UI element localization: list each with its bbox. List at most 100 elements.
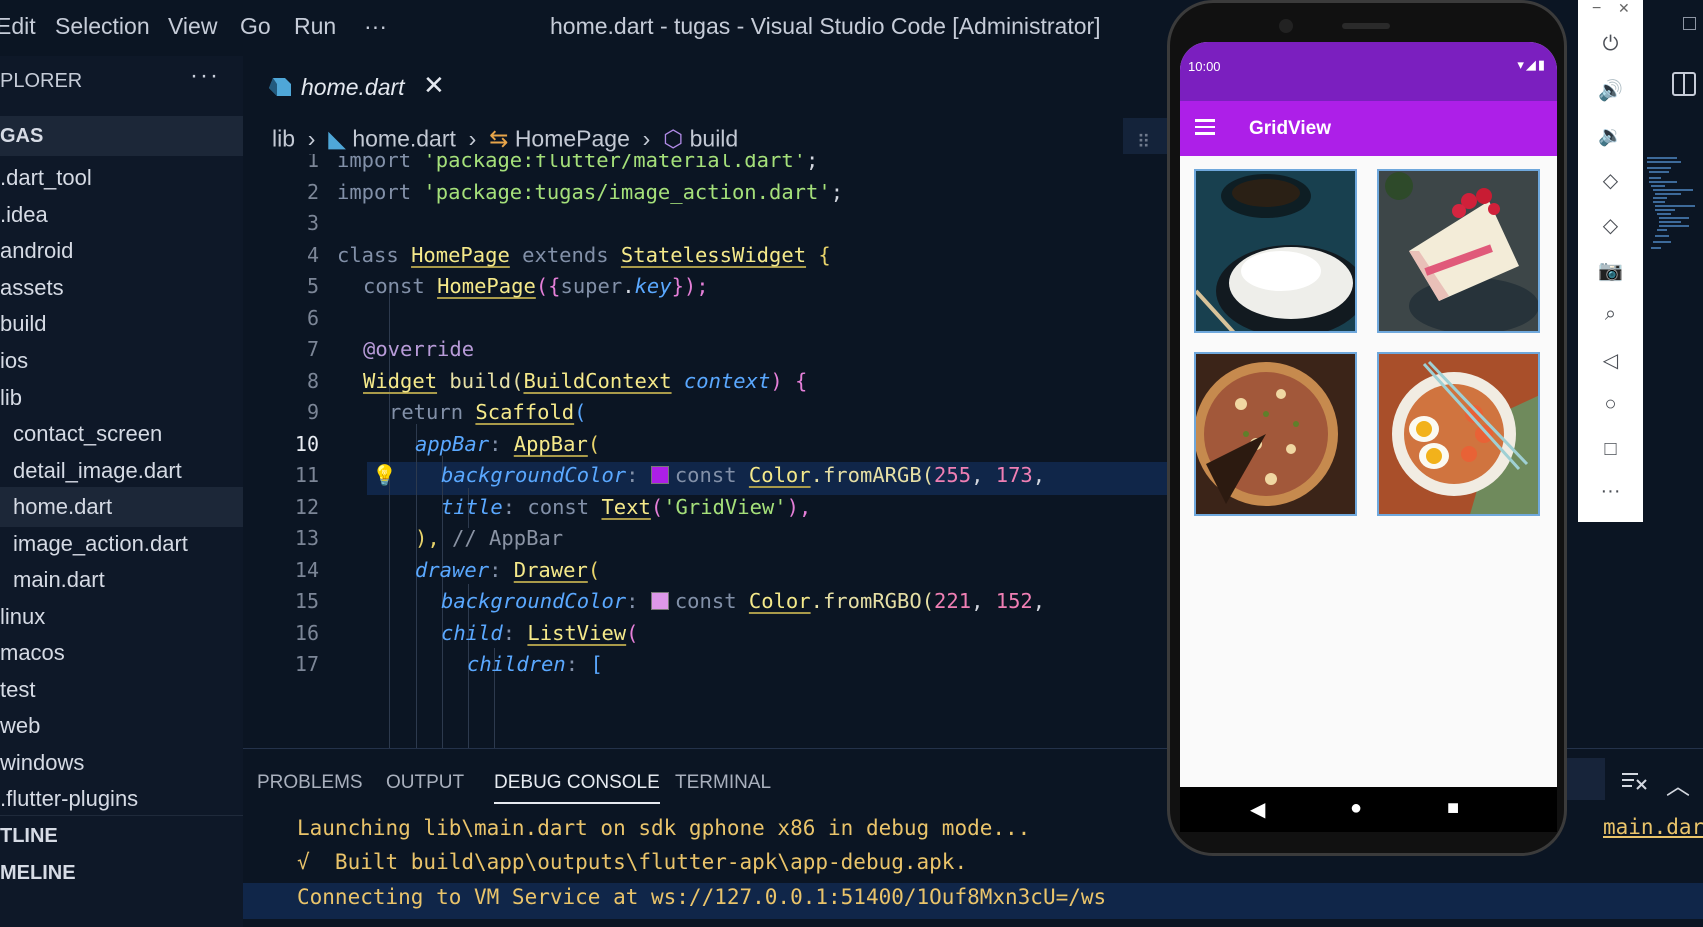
menu-view[interactable]: View bbox=[168, 13, 217, 40]
timeline-section[interactable]: MELINE bbox=[0, 862, 76, 885]
breadcrumb-method[interactable]: build bbox=[690, 125, 739, 151]
clear-console-icon[interactable] bbox=[1620, 770, 1648, 792]
tree-item[interactable]: web bbox=[0, 706, 243, 746]
code-line-17: children: [ bbox=[467, 652, 603, 676]
tree-item[interactable]: main.dart bbox=[0, 560, 243, 600]
vscode-window: { "window": { "title": "home.dart - tuga… bbox=[0, 0, 1703, 927]
tree-item[interactable]: build bbox=[0, 304, 243, 344]
tree-item[interactable]: .idea bbox=[0, 195, 243, 235]
drag-handle-icon: ⠿ bbox=[1137, 132, 1151, 152]
home-icon[interactable]: ○ bbox=[1578, 393, 1643, 416]
power-icon[interactable]: ⏻ bbox=[1578, 33, 1643, 56]
outline-section[interactable]: TLINE bbox=[0, 815, 243, 855]
chevron-up-icon[interactable]: ︿ bbox=[1666, 766, 1690, 801]
color-swatch[interactable] bbox=[650, 592, 669, 610]
code-line-11: backgroundColor: const Color.fromARGB(25… bbox=[441, 463, 1046, 487]
menu-icon[interactable] bbox=[1195, 119, 1215, 135]
code-line-8: Widget build(BuildContext context) { bbox=[363, 369, 808, 393]
grid-image-ramen[interactable] bbox=[1377, 352, 1540, 516]
line-number: 7 bbox=[306, 337, 319, 361]
menu-run[interactable]: Run bbox=[294, 13, 336, 40]
tree-item[interactable]: android bbox=[0, 231, 243, 271]
color-swatch[interactable] bbox=[650, 466, 669, 484]
tab-debug-console[interactable]: DEBUG CONSOLE bbox=[494, 772, 660, 804]
tree-item[interactable]: detail_image.dart bbox=[0, 451, 243, 491]
front-camera bbox=[1279, 19, 1293, 33]
volume-down-icon[interactable]: 🔉 bbox=[1578, 123, 1643, 148]
explorer-more-button[interactable]: ··· bbox=[190, 62, 220, 90]
nav-back-icon[interactable]: ◀ bbox=[1250, 797, 1265, 822]
nav-home-icon[interactable]: ● bbox=[1350, 797, 1362, 820]
breadcrumb-class[interactable]: HomePage bbox=[515, 125, 630, 151]
code-line-2: import 'package:tugas/image_action.dart'… bbox=[337, 180, 844, 204]
close-icon[interactable]: ✕ bbox=[1618, 0, 1630, 17]
code-line-9: return Scaffold( bbox=[389, 400, 587, 424]
breadcrumb-file[interactable]: home.dart bbox=[352, 125, 456, 151]
console-file-link[interactable]: main.dar bbox=[1603, 815, 1703, 839]
line-number: 1 bbox=[306, 154, 319, 172]
code-editor[interactable]: 1 2 3 4 5 6 7 8 9 10 11 12 13 14 15 16 1… bbox=[243, 154, 1168, 748]
explorer-sidebar: PLORER ··· GAS .dart_tool .idea android … bbox=[0, 56, 243, 927]
editor-tab-bar: home.dart ✕ bbox=[243, 56, 1168, 120]
console-filter-input[interactable] bbox=[1565, 758, 1605, 800]
tree-item[interactable]: macos bbox=[0, 633, 243, 673]
restore-icon[interactable] bbox=[1683, 17, 1696, 30]
minimize-icon[interactable]: − bbox=[1592, 0, 1601, 18]
tree-item[interactable]: .dart_tool bbox=[0, 158, 243, 198]
tree-item[interactable]: contact_screen bbox=[0, 414, 243, 454]
code-line-13: ), // AppBar bbox=[415, 526, 564, 550]
console-line: √ Built build\app\outputs\flutter-apk\ap… bbox=[297, 850, 968, 874]
breadcrumb-lib[interactable]: lib bbox=[272, 125, 295, 151]
console-line: Connecting to VM Service at ws://127.0.0… bbox=[297, 885, 1107, 909]
line-number: 4 bbox=[306, 243, 319, 267]
menu-edit[interactable]: Edit bbox=[0, 13, 36, 40]
rotate-left-icon[interactable]: ◇ bbox=[1578, 168, 1643, 193]
tree-item[interactable]: test bbox=[0, 670, 243, 710]
menu-more[interactable]: ··· bbox=[364, 13, 387, 40]
dart-file-icon: ◣ bbox=[328, 125, 346, 152]
grid-image-cake[interactable] bbox=[1377, 169, 1540, 333]
lightbulb-icon[interactable]: 💡 bbox=[372, 463, 397, 488]
back-icon[interactable]: ◁ bbox=[1578, 348, 1643, 373]
tab-problems[interactable]: PROBLEMS bbox=[257, 772, 363, 794]
workspace-folder[interactable]: GAS bbox=[0, 116, 243, 156]
tree-item[interactable]: image_action.dart bbox=[0, 524, 243, 564]
split-layout-icon[interactable] bbox=[1672, 72, 1696, 96]
line-number: 16 bbox=[294, 621, 319, 645]
overview-icon[interactable]: □ bbox=[1578, 438, 1643, 461]
code-line-10: appBar: AppBar( bbox=[415, 432, 601, 456]
grid-image-pizza[interactable] bbox=[1194, 352, 1357, 516]
zoom-icon[interactable]: ⌕ bbox=[1578, 303, 1643, 326]
tree-item[interactable]: linux bbox=[0, 597, 243, 637]
tree-item[interactable]: windows bbox=[0, 743, 243, 783]
more-icon[interactable]: ··· bbox=[1578, 480, 1643, 503]
nav-recents-icon[interactable]: ■ bbox=[1447, 797, 1459, 820]
code-line-4: class HomePage extends StatelessWidget { bbox=[337, 243, 831, 267]
app-bar-title: GridView bbox=[1249, 118, 1332, 139]
grid-image-rice[interactable] bbox=[1194, 169, 1357, 333]
tab-terminal[interactable]: TERMINAL bbox=[675, 772, 771, 794]
tree-item[interactable]: ios bbox=[0, 341, 243, 381]
rotate-right-icon[interactable]: ◇ bbox=[1578, 213, 1643, 238]
menu-selection[interactable]: Selection bbox=[55, 13, 150, 40]
menu-go[interactable]: Go bbox=[240, 13, 271, 40]
tab-output[interactable]: OUTPUT bbox=[386, 772, 464, 794]
minimap[interactable] bbox=[1645, 155, 1700, 270]
line-number: 9 bbox=[306, 400, 319, 424]
line-number: 15 bbox=[294, 589, 319, 613]
tab-home-dart[interactable]: home.dart ✕ bbox=[243, 56, 459, 120]
chevron-right-icon: › bbox=[462, 125, 483, 152]
breadcrumb: lib › ◣ home.dart › ⇆ HomePage › ⬡ build bbox=[272, 124, 738, 154]
chevron-right-icon: › bbox=[301, 125, 322, 152]
status-time: 10:00 bbox=[1188, 59, 1221, 74]
tab-label: home.dart bbox=[301, 74, 405, 100]
close-icon[interactable]: ✕ bbox=[423, 70, 445, 101]
tree-item[interactable]: lib bbox=[0, 378, 243, 418]
camera-icon[interactable]: 📷 bbox=[1578, 258, 1643, 283]
phone-screen[interactable]: 10:00 ▾◢▮ GridView ◀ ● ■ bbox=[1180, 42, 1557, 832]
tree-item[interactable]: .flutter-plugins bbox=[0, 779, 243, 819]
volume-up-icon[interactable]: 🔊 bbox=[1578, 78, 1643, 103]
tree-item-active[interactable]: home.dart bbox=[0, 487, 243, 527]
tree-item[interactable]: assets bbox=[0, 268, 243, 308]
line-number: 3 bbox=[306, 211, 319, 235]
